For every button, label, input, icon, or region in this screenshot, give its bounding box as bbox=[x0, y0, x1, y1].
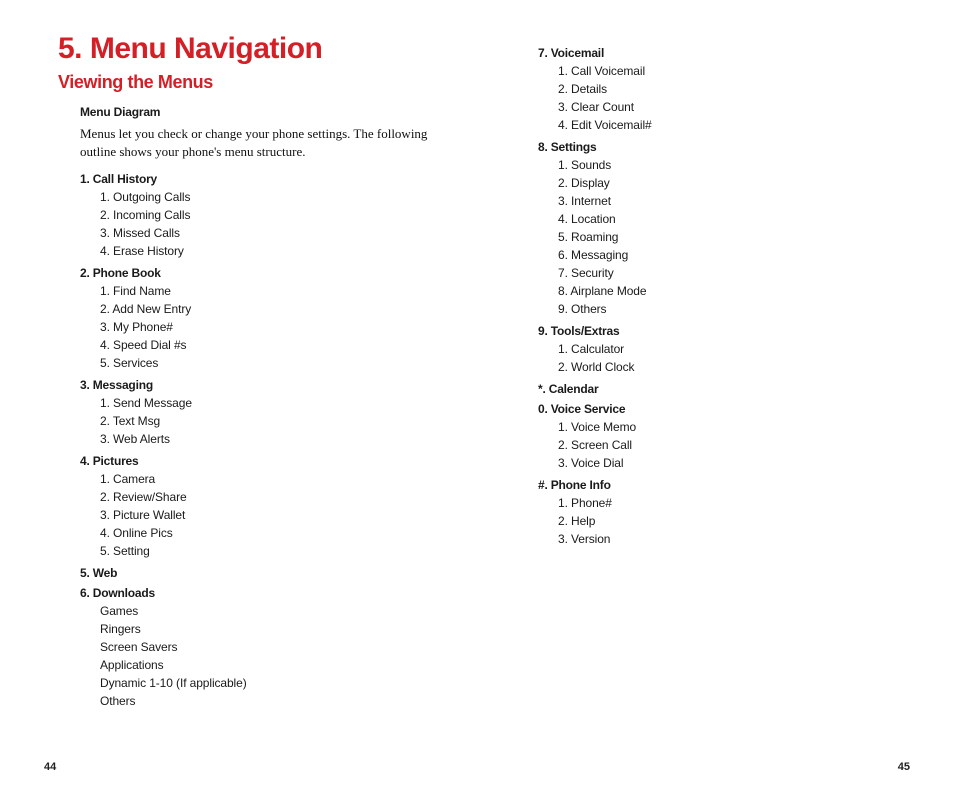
menu-heading: 1. Call History bbox=[80, 172, 448, 186]
menu-item: 2. World Clock bbox=[558, 358, 898, 376]
menu-heading: 3. Messaging bbox=[80, 378, 448, 392]
menu-heading: 9. Tools/Extras bbox=[538, 324, 898, 338]
menu-item: 2. Text Msg bbox=[100, 412, 448, 430]
two-column-layout: 5. Menu Navigation Viewing the Menus Men… bbox=[58, 32, 910, 714]
menu-item: 3. Clear Count bbox=[558, 98, 898, 116]
menu-item: 9. Others bbox=[558, 300, 898, 318]
menu-item: Games bbox=[100, 602, 448, 620]
menu-item: 1. Phone# bbox=[558, 494, 898, 512]
menu-item: 6. Messaging bbox=[558, 246, 898, 264]
menu-item: 5. Roaming bbox=[558, 228, 898, 246]
menu-items: 1. Camera2. Review/Share3. Picture Walle… bbox=[100, 470, 448, 560]
menu-item: 8. Airplane Mode bbox=[558, 282, 898, 300]
right-column: 7. Voicemail1. Call Voicemail2. Details3… bbox=[538, 32, 898, 714]
menu-heading: *. Calendar bbox=[538, 382, 898, 396]
menu-item: 3. Voice Dial bbox=[558, 454, 898, 472]
left-column: 5. Menu Navigation Viewing the Menus Men… bbox=[58, 32, 448, 714]
menu-items: 1. Sounds2. Display3. Internet4. Locatio… bbox=[558, 156, 898, 318]
chapter-title: 5. Menu Navigation bbox=[58, 32, 448, 66]
menu-item: 5. Setting bbox=[100, 542, 448, 560]
menu-heading: 6. Downloads bbox=[80, 586, 448, 600]
menu-item: 3. Version bbox=[558, 530, 898, 548]
menu-item: 3. Internet bbox=[558, 192, 898, 210]
menu-item: 4. Erase History bbox=[100, 242, 448, 260]
menu-heading: 0. Voice Service bbox=[538, 402, 898, 416]
menu-item: 4. Edit Voicemail# bbox=[558, 116, 898, 134]
menu-item: 4. Location bbox=[558, 210, 898, 228]
document-page: 5. Menu Navigation Viewing the Menus Men… bbox=[0, 0, 954, 795]
menu-items: 1. Call Voicemail2. Details3. Clear Coun… bbox=[558, 62, 898, 134]
menu-item: 2. Review/Share bbox=[100, 488, 448, 506]
menu-item: 7. Security bbox=[558, 264, 898, 282]
menu-item: 1. Send Message bbox=[100, 394, 448, 412]
menu-items: 1. Calculator2. World Clock bbox=[558, 340, 898, 376]
page-number-left: 44 bbox=[44, 761, 56, 773]
menu-item: 3. Web Alerts bbox=[100, 430, 448, 448]
menu-items: GamesRingersScreen SaversApplicationsDyn… bbox=[100, 602, 448, 710]
menu-heading: 5. Web bbox=[80, 566, 448, 580]
menu-item: 1. Find Name bbox=[100, 282, 448, 300]
menu-items: 1. Find Name2. Add New Entry3. My Phone#… bbox=[100, 282, 448, 372]
menu-items: 1. Voice Memo2. Screen Call3. Voice Dial bbox=[558, 418, 898, 472]
left-menu-list: 1. Call History 1. Outgoing Calls2. Incom… bbox=[80, 172, 448, 710]
menu-heading: 8. Settings bbox=[538, 140, 898, 154]
menu-items: 1. Phone#2. Help3. Version bbox=[558, 494, 898, 548]
page-number-right: 45 bbox=[898, 761, 910, 773]
menu-item: 2. Display bbox=[558, 174, 898, 192]
menu-item: 1. Outgoing Calls bbox=[100, 188, 448, 206]
menu-items: 1. Send Message2. Text Msg3. Web Alerts bbox=[100, 394, 448, 448]
intro-paragraph: Menus let you check or change your phone… bbox=[80, 125, 430, 160]
menu-item: 2. Details bbox=[558, 80, 898, 98]
menu-item: 1. Calculator bbox=[558, 340, 898, 358]
section-title: Viewing the Menus bbox=[58, 72, 448, 93]
menu-item: 1. Sounds bbox=[558, 156, 898, 174]
menu-item: 5. Services bbox=[100, 354, 448, 372]
menu-item: 4. Speed Dial #s bbox=[100, 336, 448, 354]
menu-items: 1. Outgoing Calls2. Incoming Calls3. Mis… bbox=[100, 188, 448, 260]
menu-item: 4. Online Pics bbox=[100, 524, 448, 542]
menu-item: 2. Incoming Calls bbox=[100, 206, 448, 224]
menu-item: Ringers bbox=[100, 620, 448, 638]
menu-item: Others bbox=[100, 692, 448, 710]
menu-item: 2. Help bbox=[558, 512, 898, 530]
menu-item: Screen Savers bbox=[100, 638, 448, 656]
menu-item: 2. Screen Call bbox=[558, 436, 898, 454]
menu-heading: #. Phone Info bbox=[538, 478, 898, 492]
menu-item: Applications bbox=[100, 656, 448, 674]
menu-item: 1. Call Voicemail bbox=[558, 62, 898, 80]
menu-heading: 4. Pictures bbox=[80, 454, 448, 468]
menu-item: Dynamic 1-10 (If applicable) bbox=[100, 674, 448, 692]
subsection-heading: Menu Diagram bbox=[80, 105, 448, 119]
menu-item: 3. Picture Wallet bbox=[100, 506, 448, 524]
menu-heading: 2. Phone Book bbox=[80, 266, 448, 280]
menu-item: 1. Voice Memo bbox=[558, 418, 898, 436]
menu-item: 3. My Phone# bbox=[100, 318, 448, 336]
menu-item: 1. Camera bbox=[100, 470, 448, 488]
menu-item: 2. Add New Entry bbox=[100, 300, 448, 318]
right-menu-list: 7. Voicemail1. Call Voicemail2. Details3… bbox=[538, 46, 898, 548]
menu-heading: 7. Voicemail bbox=[538, 46, 898, 60]
menu-item: 3. Missed Calls bbox=[100, 224, 448, 242]
